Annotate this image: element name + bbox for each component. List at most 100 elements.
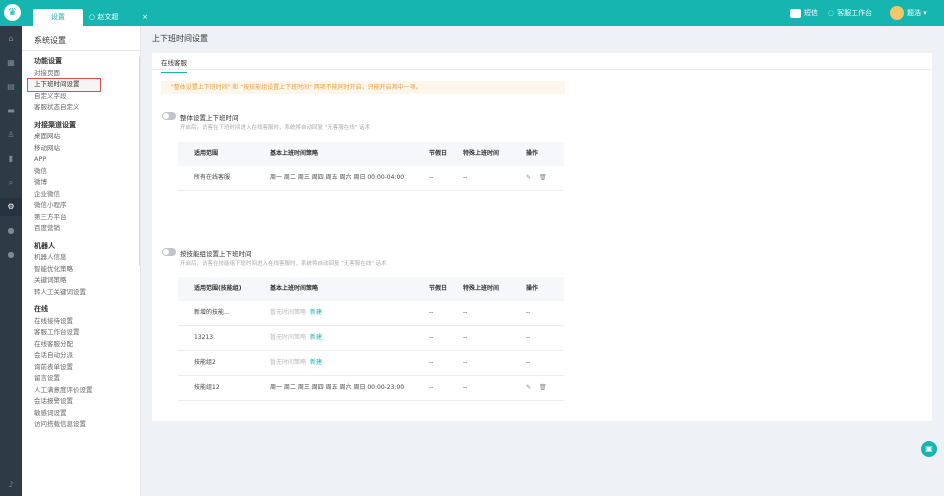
tab-settings[interactable]: 设置 bbox=[33, 9, 83, 26]
new-policy-link[interactable]: 新建 bbox=[310, 334, 322, 341]
edit-icon[interactable]: ✎ bbox=[526, 384, 531, 391]
sidebar-item[interactable]: 询前表单设置 bbox=[34, 362, 136, 374]
sidebar-item[interactable]: 会话自动分派 bbox=[34, 350, 136, 362]
sms-icon bbox=[790, 8, 801, 18]
skill-group-schedule-toggle[interactable] bbox=[162, 248, 176, 256]
sidebar-item[interactable]: 第三方平台 bbox=[34, 212, 136, 224]
special-cell: -- bbox=[463, 174, 468, 181]
overall-schedule-table: 适用范围 基本上班时间策略 节假日 特殊上班时间 操作 所有在线客服 周一 周二 周三 周四… bbox=[178, 142, 564, 191]
user-name: 题浩 bbox=[907, 9, 921, 17]
warning-notice: "整体设置上下班时间" 和 "按技能组设置上下班时间" 两项不能同时开启，只能开… bbox=[161, 81, 565, 94]
delete-icon[interactable]: 🗑 bbox=[539, 174, 547, 181]
settings-card: 在线客服 "整体设置上下班时间" 和 "按技能组设置上下班时间" 两项不能同时开… bbox=[152, 53, 932, 421]
sidebar-item[interactable]: 微信 bbox=[34, 166, 136, 178]
sidebar-item[interactable]: 对接页面 bbox=[34, 68, 136, 80]
sidebar-item[interactable]: 企业微信 bbox=[34, 189, 136, 201]
policy-empty-text: 暂无时间策略 bbox=[270, 309, 307, 316]
sidebar-group-title: 功能设置 bbox=[34, 57, 62, 65]
people-icon[interactable]: ♙ bbox=[0, 126, 22, 144]
sidebar-group-title: 机器人 bbox=[34, 241, 55, 250]
sidebar-item[interactable]: 转人工关键词设置 bbox=[34, 287, 136, 299]
operation-cell: ✎ 🗑 bbox=[526, 376, 555, 400]
sidebar-item[interactable]: 桌面网站 bbox=[34, 131, 136, 143]
sidebar-item[interactable]: 微信小程序 bbox=[34, 200, 136, 212]
user-menu[interactable]: 题浩 ▾ bbox=[890, 0, 927, 26]
sms-label: 短信 bbox=[804, 9, 818, 17]
sidebar-item[interactable]: 百度营销 bbox=[34, 223, 136, 235]
table-header-cell: 操作 bbox=[526, 150, 539, 157]
operation-cell: -- bbox=[526, 351, 530, 375]
section2-title: 按技能组设置上下班时间 bbox=[180, 250, 252, 258]
chevron-down-icon: ▾ bbox=[921, 9, 927, 17]
operation-empty: -- bbox=[526, 309, 531, 316]
policy-cell: 周一 周二 周三 周四 周五 周六 周日 00:00-23:00 bbox=[270, 376, 404, 400]
sidebar-item[interactable]: 微博 bbox=[34, 177, 136, 189]
overall-schedule-toggle[interactable] bbox=[162, 112, 176, 120]
grid-icon[interactable]: ▦ bbox=[0, 54, 22, 72]
edit-icon[interactable]: ✎ bbox=[526, 174, 531, 181]
info-icon[interactable]: ● bbox=[0, 246, 22, 264]
sidebar-item[interactable]: 留言设置 bbox=[34, 373, 136, 385]
sidebar-item[interactable]: 在线客服分配 bbox=[34, 339, 136, 351]
holiday-cell: -- bbox=[429, 174, 434, 181]
tab-online-service[interactable]: 在线客服 bbox=[161, 57, 187, 73]
table-header-cell: 基本上班时间策略 bbox=[270, 150, 319, 157]
policy-cell: 暂无时间策略 新建 bbox=[270, 351, 322, 375]
scope-cell: 13213 bbox=[194, 334, 214, 341]
sidebar-item[interactable]: 在线接待设置 bbox=[34, 316, 136, 328]
floating-chat-button[interactable]: ▣ bbox=[921, 441, 937, 457]
delete-icon[interactable]: 🗑 bbox=[539, 384, 547, 391]
search-icon[interactable]: ⌕ bbox=[0, 174, 22, 192]
tab-close-icon[interactable]: × bbox=[142, 9, 148, 26]
skill-group-schedule-table: 适用范围(技能组) 基本上班时间策略 节假日 特殊上班时间 操作 新增的技能... 暂无时间… bbox=[178, 277, 564, 401]
top-bar: ♛ 设置 ○ 赵文超 × 短信 ◌ 客服工作台 题浩 ▾ bbox=[0, 0, 944, 26]
sidebar-item[interactable]: 客服状态自定义 bbox=[34, 102, 136, 114]
policy-cell: 周一 周二 周三 周四 周五 周六 周日 00:00-04:00 bbox=[270, 166, 404, 190]
tab-chat-label: 赵文超 bbox=[97, 13, 119, 21]
home-icon[interactable]: ⌂ bbox=[0, 30, 22, 48]
policy-empty-text: 暂无时间策略 bbox=[270, 334, 307, 341]
sidebar-item[interactable]: 移动网站 bbox=[34, 143, 136, 155]
holiday-cell: -- bbox=[429, 384, 434, 391]
chart-icon[interactable]: ▮ bbox=[0, 150, 22, 168]
bell-icon[interactable]: ♪ bbox=[0, 476, 22, 494]
message-icon[interactable]: ▬ bbox=[0, 102, 22, 120]
new-policy-link[interactable]: 新建 bbox=[310, 359, 322, 366]
special-cell: -- bbox=[463, 384, 468, 391]
sidebar-item[interactable]: 访问搭载信息设置 bbox=[34, 419, 136, 431]
sms-button[interactable]: 短信 bbox=[790, 0, 818, 26]
list-icon[interactable]: ▤ bbox=[0, 78, 22, 96]
icon-nav-bar: ⌂ ▦ ▤ ▬ ♙ ▮ ⌕ ⚙ ● ● ♪ bbox=[0, 26, 22, 496]
card-tab-divider bbox=[152, 69, 932, 70]
sidebar-item[interactable]: 上下班时间设置 bbox=[27, 78, 101, 92]
gear-icon[interactable]: ⚙ bbox=[0, 198, 22, 216]
sidebar-item[interactable]: 会话报警设置 bbox=[34, 396, 136, 408]
holiday-cell: -- bbox=[429, 334, 434, 341]
table-header-cell: 基本上班时间策略 bbox=[270, 285, 319, 292]
sidebar-item[interactable]: 客服工作台设置 bbox=[34, 327, 136, 339]
sidebar-scrollbar[interactable] bbox=[139, 56, 140, 266]
circle-icon[interactable]: ● bbox=[0, 222, 22, 240]
section1-desc: 开启后，访客在下班时间进入在线客服时，系统将自动回复 "无客服在线" 话术 bbox=[180, 125, 371, 131]
sidebar-item[interactable]: 关键词策略 bbox=[34, 275, 136, 287]
table-row: 新增的技能... 暂无时间策略 新建 -- -- -- bbox=[178, 301, 564, 326]
sidebar-item[interactable]: 人工满意度评价设置 bbox=[34, 385, 136, 397]
sidebar-divider bbox=[22, 50, 140, 51]
policy-text: 周一 周二 周三 周四 周五 周六 周日 00:00-23:00 bbox=[270, 384, 405, 391]
sidebar-item[interactable]: 机器人信息 bbox=[34, 252, 136, 264]
operation-cell: -- bbox=[526, 326, 530, 350]
operation-empty: -- bbox=[526, 359, 531, 366]
settings-sidebar: 系统设置 功能设置 对接页面 上下班时间设置 自定义字段 客服状态自定义 对接渠道设置 桌面… bbox=[22, 26, 141, 496]
table-header-row: 适用范围(技能组) 基本上班时间策略 节假日 特殊上班时间 操作 bbox=[178, 277, 564, 301]
sidebar-item[interactable]: APP bbox=[34, 154, 136, 166]
sidebar-item[interactable]: 自定义字段 bbox=[34, 91, 136, 103]
sidebar-item[interactable]: 智能优化策略 bbox=[34, 264, 136, 276]
tab-chat-zhao[interactable]: ○ 赵文超 × bbox=[87, 9, 152, 26]
table-header-row: 适用范围 基本上班时间策略 节假日 特殊上班时间 操作 bbox=[178, 142, 564, 166]
policy-text: 周一 周二 周三 周四 周五 周六 周日 00:00-04:00 bbox=[270, 174, 405, 181]
new-policy-link[interactable]: 新建 bbox=[310, 309, 322, 316]
sidebar-item[interactable]: 敏感词设置 bbox=[34, 408, 136, 420]
sidebar-group-title: 对接渠道设置 bbox=[34, 120, 76, 129]
workbench-button[interactable]: ◌ 客服工作台 bbox=[828, 0, 872, 26]
table-header-cell: 特殊上班时间 bbox=[463, 150, 500, 157]
